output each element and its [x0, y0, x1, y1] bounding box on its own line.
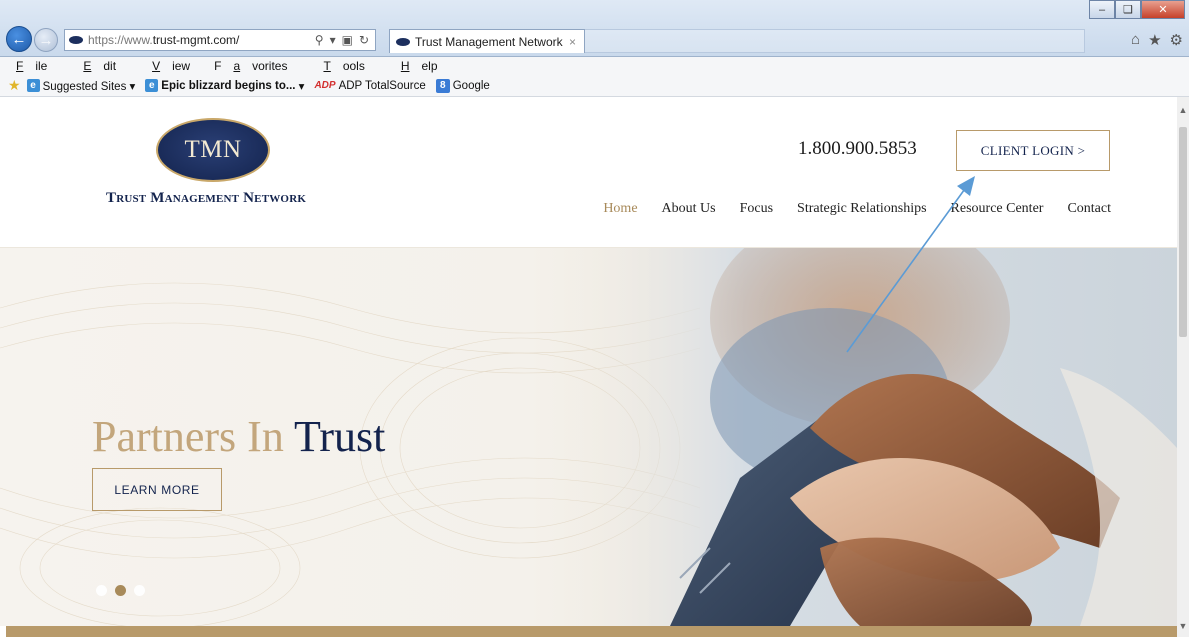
hero-tagline: Partners In Trust	[92, 412, 386, 461]
favorite-suggested-sites[interactable]: e Suggested Sites ▾	[26, 79, 135, 93]
favorite-google[interactable]: 8 Google	[435, 78, 490, 93]
main-navigation: Home About Us Focus Strategic Relationsh…	[603, 201, 1111, 217]
site-favicon-icon	[69, 36, 83, 44]
menu-help[interactable]: Help	[389, 59, 450, 73]
nav-strategic-relationships[interactable]: Strategic Relationships	[797, 201, 926, 217]
tab-title: Trust Management Network	[415, 34, 563, 49]
new-tab-area[interactable]	[585, 29, 1085, 53]
tmn-logo-icon: TMN	[156, 118, 270, 182]
phone-number[interactable]: 1.800.900.5853	[798, 138, 917, 160]
tab-close-icon[interactable]: ×	[569, 35, 576, 49]
ie-page-icon: e	[145, 79, 159, 92]
nav-contact[interactable]: Contact	[1067, 201, 1111, 217]
ie-page-icon: e	[26, 79, 40, 92]
browser-titlebar: ← → https://www.trust-mgmt.com/ ⚲ ▾ ▣ ↻ …	[0, 0, 1189, 57]
nav-resource-center[interactable]: Resource Center	[951, 201, 1044, 217]
hero-slider: Partners In Trust LEARN MORE	[0, 248, 1177, 626]
restore-button[interactable]: ❑	[1115, 0, 1141, 19]
google-logo-icon: 8	[435, 78, 450, 93]
slider-dot-1[interactable]	[96, 585, 107, 596]
menu-bar: File Edit View Fa vorites Tools Help	[0, 57, 1189, 75]
scroll-up-icon[interactable]: ▲	[1177, 105, 1189, 117]
home-icon[interactable]: ⌂	[1131, 31, 1140, 49]
web-viewport: TMN Trust Management Network 1.800.900.5…	[0, 97, 1177, 637]
menu-view[interactable]: View	[140, 59, 202, 73]
page-scrollbar[interactable]: ▲ ▼	[1177, 97, 1189, 637]
handshake-image	[560, 248, 1177, 626]
scroll-thumb[interactable]	[1179, 127, 1187, 337]
slider-dot-2[interactable]	[115, 585, 126, 596]
tab-trust-management[interactable]: Trust Management Network ×	[389, 29, 585, 53]
favorites-add-star-icon[interactable]: ★	[8, 77, 21, 94]
footer-band	[6, 626, 1177, 637]
menu-edit[interactable]: Edit	[71, 59, 128, 73]
learn-more-button[interactable]: LEARN MORE	[92, 468, 222, 511]
slider-dots	[96, 585, 145, 596]
menu-file[interactable]: File	[4, 59, 59, 73]
adp-logo-icon: ADP	[314, 80, 336, 91]
favorites-bar: ★ e Suggested Sites ▾ e Epic blizzard be…	[0, 75, 1189, 97]
back-arrow-icon: ←	[11, 30, 27, 48]
window-controls: – ❑ ✕	[1089, 0, 1185, 19]
logo-company-name[interactable]: Trust Management Network	[106, 190, 326, 207]
minimize-button[interactable]: –	[1089, 0, 1115, 19]
address-url[interactable]: https://www.trust-mgmt.com/	[88, 33, 315, 47]
forward-button[interactable]: →	[34, 28, 58, 52]
client-login-button[interactable]: CLIENT LOGIN >	[956, 130, 1110, 171]
slider-dot-3[interactable]	[134, 585, 145, 596]
lock-icon[interactable]: ▣	[342, 33, 353, 47]
menu-favorites[interactable]: Fa vorites	[214, 59, 299, 73]
nav-home[interactable]: Home	[603, 201, 637, 217]
settings-gear-icon[interactable]: ⚙	[1170, 31, 1183, 49]
dropdown-icon[interactable]: ▾	[330, 33, 336, 47]
site-logo[interactable]: TMN	[156, 118, 272, 184]
nav-about-us[interactable]: About Us	[662, 201, 716, 217]
search-icon[interactable]: ⚲	[315, 33, 324, 47]
refresh-icon[interactable]: ↻	[359, 33, 369, 47]
favorite-adp[interactable]: ADP ADP TotalSource	[314, 80, 425, 92]
forward-arrow-icon: →	[38, 31, 54, 49]
address-bar[interactable]: https://www.trust-mgmt.com/ ⚲ ▾ ▣ ↻	[64, 29, 376, 51]
back-button[interactable]: ←	[6, 26, 32, 52]
favorites-star-icon[interactable]: ★	[1148, 31, 1161, 49]
window-close-button[interactable]: ✕	[1141, 0, 1185, 19]
nav-focus[interactable]: Focus	[740, 201, 773, 217]
menu-tools[interactable]: Tools	[311, 59, 376, 73]
site-header: TMN Trust Management Network 1.800.900.5…	[0, 97, 1177, 248]
favorite-blizzard[interactable]: e Epic blizzard begins to... ▾	[145, 79, 304, 93]
scroll-down-icon[interactable]: ▼	[1177, 621, 1189, 633]
tab-favicon-icon	[396, 37, 410, 46]
